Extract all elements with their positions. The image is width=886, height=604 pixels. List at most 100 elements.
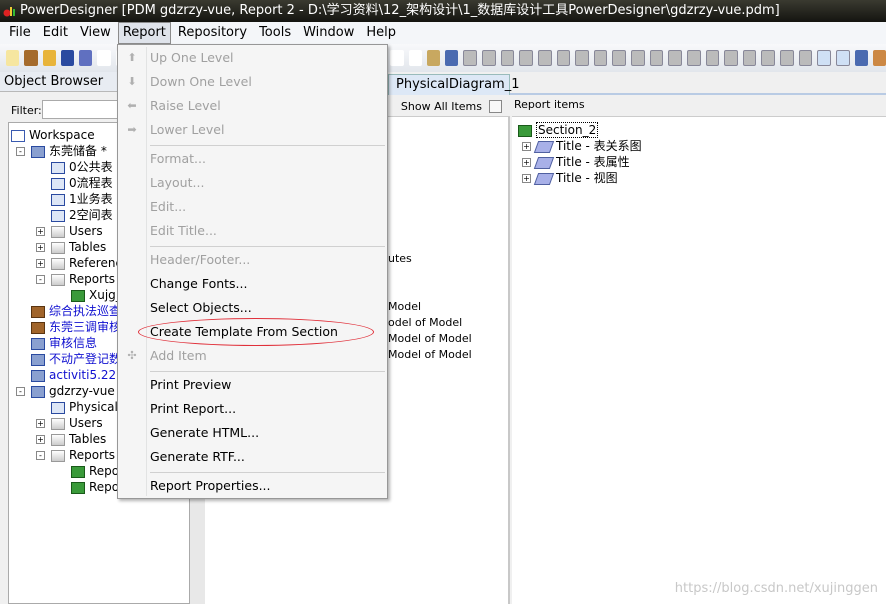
show-all-items-checkbox[interactable] [489, 100, 502, 113]
menu-repository[interactable]: Repository [173, 22, 252, 44]
toolbar-button-icon[interactable] [426, 50, 441, 66]
available-item-text[interactable]: Model of Model [388, 332, 472, 345]
tree-item[interactable]: 东莞三调审核 [31, 319, 121, 335]
menu-item-format[interactable]: Format... [150, 148, 206, 170]
toolbar-button-icon[interactable] [593, 50, 608, 66]
report-title-item[interactable]: Title - 表属性 [533, 154, 630, 170]
tree-item[interactable]: Tables [51, 239, 106, 255]
collapse-icon[interactable]: - [16, 147, 25, 156]
tree-item[interactable]: 东莞储备 * [31, 143, 107, 159]
menu-edit[interactable]: Edit [38, 22, 73, 44]
toolbar-button-icon[interactable] [408, 50, 422, 66]
toolbar-button-icon[interactable] [854, 50, 868, 66]
menu-help[interactable]: Help [361, 22, 401, 44]
toolbar-button-icon[interactable] [817, 50, 831, 66]
expand-icon[interactable]: + [522, 174, 531, 183]
tree-item[interactable]: 不动产登记数 [31, 351, 121, 367]
menu-item-report-properties[interactable]: Report Properties... [150, 475, 271, 497]
toolbar-button-icon[interactable] [761, 50, 776, 66]
toolbar-button-icon[interactable] [780, 50, 794, 66]
report-title-item[interactable]: Title - 表关系图 [533, 138, 642, 154]
available-item-text[interactable]: Model [388, 300, 421, 313]
tree-item[interactable]: Xujg_ [71, 287, 122, 303]
collapse-icon[interactable]: - [36, 451, 45, 460]
collapse-icon[interactable]: - [16, 387, 25, 396]
tree-item[interactable]: Reports [51, 447, 115, 463]
available-item-text[interactable]: utes [388, 252, 412, 265]
tree-item[interactable]: activiti5.22 [31, 367, 116, 383]
tree-item[interactable]: 1业务表 [51, 191, 113, 207]
toolbar-button-icon[interactable] [390, 50, 404, 66]
tab-physical-diagram[interactable]: PhysicalDiagram_1 [388, 74, 519, 95]
menu-item-generate-html[interactable]: Generate HTML... [150, 422, 259, 444]
menu-tools[interactable]: Tools [254, 22, 296, 44]
tree-item[interactable]: 审核信息 [31, 335, 97, 351]
toolbar-button-icon[interactable] [97, 50, 111, 66]
toolbar-button-icon[interactable] [742, 50, 757, 66]
available-item-text[interactable]: Model of Model [388, 348, 472, 361]
tree-item[interactable]: 综合执法巡查 [31, 303, 121, 319]
report-title-item[interactable]: Title - 视图 [533, 170, 618, 186]
menu-report[interactable]: Report [117, 22, 171, 44]
toolbar-button-icon[interactable] [705, 50, 720, 66]
expand-icon[interactable]: + [36, 243, 45, 252]
toolbar-button-icon[interactable] [6, 50, 20, 66]
menu-item-change-fonts[interactable]: Change Fonts... [150, 273, 247, 295]
menu-item-up-one-level[interactable]: Up One Level [150, 47, 233, 69]
toolbar-button-icon[interactable] [24, 50, 38, 66]
tree-item[interactable]: 2空间表 [51, 207, 113, 223]
toolbar-button-icon[interactable] [537, 50, 552, 66]
toolbar-button-icon[interactable] [556, 50, 571, 66]
menu-view[interactable]: View [75, 22, 116, 44]
menu-item-edit[interactable]: Edit... [150, 196, 186, 218]
toolbar-button-icon[interactable] [42, 50, 56, 66]
tree-item[interactable]: Workspace [11, 127, 95, 143]
menu-item-down-one-level[interactable]: Down One Level [150, 71, 252, 93]
tree-item[interactable]: Users [51, 415, 103, 431]
toolbar-button-icon[interactable] [631, 50, 645, 66]
toolbar-button-icon[interactable] [668, 50, 682, 66]
tree-item[interactable]: 0公共表 [51, 159, 113, 175]
tree-item[interactable]: Tables [51, 431, 106, 447]
expand-icon[interactable]: + [522, 142, 531, 151]
toolbar-button-icon[interactable] [445, 50, 459, 66]
tree-item[interactable]: gdzrzy-vue [31, 383, 115, 399]
toolbar-button-icon[interactable] [724, 50, 738, 66]
expand-icon[interactable]: + [36, 259, 45, 268]
menu-item-raise-level[interactable]: Raise Level [150, 95, 221, 117]
menu-item-generate-rtf[interactable]: Generate RTF... [150, 446, 245, 468]
toolbar-button-icon[interactable] [798, 50, 813, 66]
menu-item-layout[interactable]: Layout... [150, 172, 204, 194]
toolbar-button-icon[interactable] [500, 50, 515, 66]
toolbar-button-icon[interactable] [60, 50, 75, 66]
toolbar-button-icon[interactable] [686, 50, 701, 66]
menu-item-lower-level[interactable]: Lower Level [150, 119, 224, 141]
toolbar-button-icon[interactable] [463, 50, 478, 66]
expand-icon[interactable]: + [522, 158, 531, 167]
menu-window[interactable]: Window [298, 22, 359, 44]
menu-item-add-item[interactable]: Add Item [150, 345, 207, 367]
expand-icon[interactable]: + [36, 227, 45, 236]
menu-item-select-objects[interactable]: Select Objects... [150, 297, 252, 319]
available-item-text[interactable]: odel of Model [388, 316, 462, 329]
toolbar-button-icon[interactable] [79, 50, 93, 66]
tree-item[interactable]: Reports [51, 271, 115, 287]
toolbar-button-icon[interactable] [612, 50, 627, 66]
tree-item[interactable]: 0流程表 [51, 175, 113, 191]
menu-item-print-preview[interactable]: Print Preview [150, 374, 231, 396]
menu-item-print-report[interactable]: Print Report... [150, 398, 236, 420]
tree-item[interactable]: Users [51, 223, 103, 239]
expand-icon[interactable]: + [36, 435, 45, 444]
report-section-item[interactable]: Section_2 [518, 122, 599, 138]
toolbar-button-icon[interactable] [519, 50, 533, 66]
menu-item-edit-title[interactable]: Edit Title... [150, 220, 217, 242]
menu-file[interactable]: File [4, 22, 36, 44]
toolbar-button-icon[interactable] [649, 50, 664, 66]
toolbar-button-icon[interactable] [835, 50, 850, 66]
toolbar-button-icon[interactable] [575, 50, 589, 66]
collapse-icon[interactable]: - [36, 275, 45, 284]
expand-icon[interactable]: + [36, 419, 45, 428]
toolbar-button-icon[interactable] [872, 50, 886, 66]
menu-item-header-footer[interactable]: Header/Footer... [150, 249, 250, 271]
toolbar-button-icon[interactable] [482, 50, 496, 66]
